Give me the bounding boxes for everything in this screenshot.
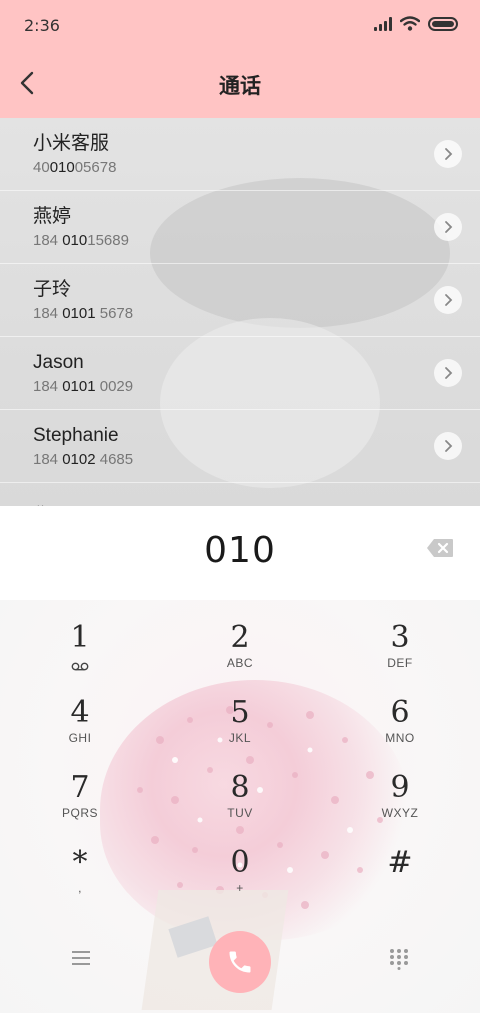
key-4[interactable]: 4 GHI bbox=[30, 695, 130, 765]
key-2[interactable]: 2 ABC bbox=[190, 620, 290, 690]
battery-icon bbox=[428, 16, 458, 31]
key-1[interactable]: 1 bbox=[30, 620, 130, 690]
status-icons bbox=[374, 16, 458, 31]
voicemail-icon bbox=[71, 662, 89, 671]
key-3[interactable]: 3 DEF bbox=[350, 620, 450, 690]
chevron-right-icon[interactable] bbox=[434, 286, 462, 314]
contact-row[interactable]: 子玲 184 0101 5678 bbox=[0, 264, 480, 337]
chevron-right-icon[interactable] bbox=[434, 359, 462, 387]
header: 2:36 通话 bbox=[0, 0, 480, 118]
chevron-right-icon[interactable] bbox=[434, 432, 462, 460]
menu-icon[interactable] bbox=[71, 949, 91, 967]
contact-results[interactable]: 小米客服 4001005678 燕婷 184 01015689 子玲 184 0… bbox=[0, 118, 480, 506]
chevron-right-icon[interactable] bbox=[434, 213, 462, 241]
key-star[interactable]: * , bbox=[30, 845, 130, 915]
contact-name: 小米客服 bbox=[33, 133, 110, 154]
key-5[interactable]: 5 JKL bbox=[190, 695, 290, 765]
dial-pad: 1 2 ABC 3 DEF 4 GHI 5 JKL 6 MNO 7 PQRS 8… bbox=[0, 600, 480, 1013]
contact-number: 4001005678 bbox=[33, 159, 117, 176]
contact-number: 184 0101 0029 bbox=[33, 378, 134, 395]
contact-name: Jason bbox=[33, 352, 84, 373]
contact-row[interactable]: 小米客服 4001005678 bbox=[0, 118, 480, 191]
contact-number: 184 0101 5678 bbox=[33, 305, 134, 322]
chevron-right-icon[interactable] bbox=[434, 140, 462, 168]
dialed-number-display: 010 bbox=[0, 506, 480, 602]
contact-name: 子玲 bbox=[33, 279, 72, 300]
key-9[interactable]: 9 WXYZ bbox=[350, 770, 450, 840]
status-time: 2:36 bbox=[24, 16, 60, 35]
contact-row[interactable]: Jason 184 0101 0029 bbox=[0, 337, 480, 410]
contact-number: 184 0102 4685 bbox=[33, 451, 134, 468]
dialpad-icon[interactable] bbox=[389, 948, 409, 970]
contact-number: 184 01015689 bbox=[33, 232, 129, 249]
contact-name: 燕婷 bbox=[33, 206, 72, 227]
key-8[interactable]: 8 TUV bbox=[190, 770, 290, 840]
contact-name: Stephanie bbox=[33, 425, 119, 446]
signal-icon bbox=[374, 16, 392, 31]
contact-row[interactable]: Stephanie 184 0102 4685 bbox=[0, 410, 480, 483]
contact-row[interactable]: 燕婷 184 01015689 bbox=[0, 191, 480, 264]
dialed-number: 010 bbox=[204, 530, 276, 571]
wifi-icon bbox=[400, 16, 420, 31]
backspace-icon[interactable] bbox=[426, 538, 454, 558]
key-6[interactable]: 6 MNO bbox=[350, 695, 450, 765]
key-hash[interactable]: # bbox=[350, 845, 450, 915]
phone-icon bbox=[229, 951, 251, 973]
page-title: 通话 bbox=[219, 74, 261, 98]
key-7[interactable]: 7 PQRS bbox=[30, 770, 130, 840]
key-0[interactable]: 0 + bbox=[190, 845, 290, 915]
call-button[interactable] bbox=[209, 931, 271, 993]
